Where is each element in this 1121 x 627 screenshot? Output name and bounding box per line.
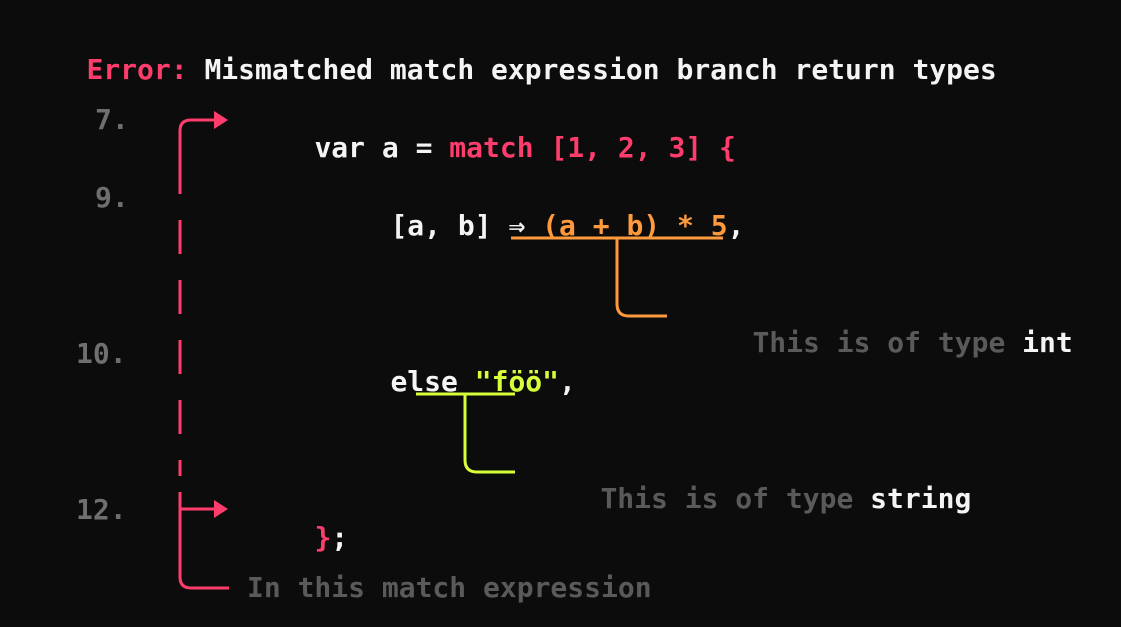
match-annotation: In this match expression: [247, 571, 652, 604]
match-bottom-arrowhead: [214, 500, 228, 518]
line-number: 9.: [95, 181, 129, 214]
error-prefix: Error:: [86, 53, 188, 86]
code-else-keyword: else: [390, 365, 475, 398]
code-line-12: };: [247, 496, 348, 580]
int-annotation: This is of type int: [685, 301, 1073, 385]
error-header: Error: Mismatched match expression branc…: [19, 28, 997, 112]
code-var-decl: var a =: [314, 131, 450, 164]
match-top-arrowhead: [214, 111, 228, 129]
code-comma: ,: [559, 365, 576, 398]
code-pattern: [a, b] ⇒: [390, 209, 543, 242]
code-match-keyword: match: [449, 131, 534, 164]
code-semicolon: ;: [331, 521, 349, 554]
string-type-name: string: [870, 482, 972, 515]
line-number: 7.: [95, 103, 129, 136]
code-closing-brace: }: [314, 521, 332, 554]
line-number: 10.: [76, 337, 127, 370]
diagnostic-terminal: Error: Mismatched match expression branc…: [0, 0, 1121, 627]
string-annotation: This is of type string: [533, 457, 971, 541]
code-string-literal: "föö": [474, 365, 560, 398]
int-annotation-prefix: This is of type: [752, 326, 1023, 359]
code-line-9: [a, b] ⇒ (a + b) * 5,: [323, 184, 744, 268]
code-line-10: else "föö",: [323, 340, 576, 424]
match-top-arrow-stem: [178, 118, 218, 160]
int-type-name: int: [1022, 326, 1073, 359]
line-number: 12.: [76, 493, 127, 526]
code-int-expression: (a + b) * 5: [542, 209, 728, 242]
string-annotation-prefix: This is of type: [600, 482, 871, 515]
code-line-7: var a = match [1, 2, 3] {: [247, 106, 736, 190]
code-comma: ,: [727, 209, 745, 242]
error-message: Mismatched match expression branch retur…: [204, 53, 997, 86]
code-match-subject: [1, 2, 3] {: [533, 131, 736, 164]
